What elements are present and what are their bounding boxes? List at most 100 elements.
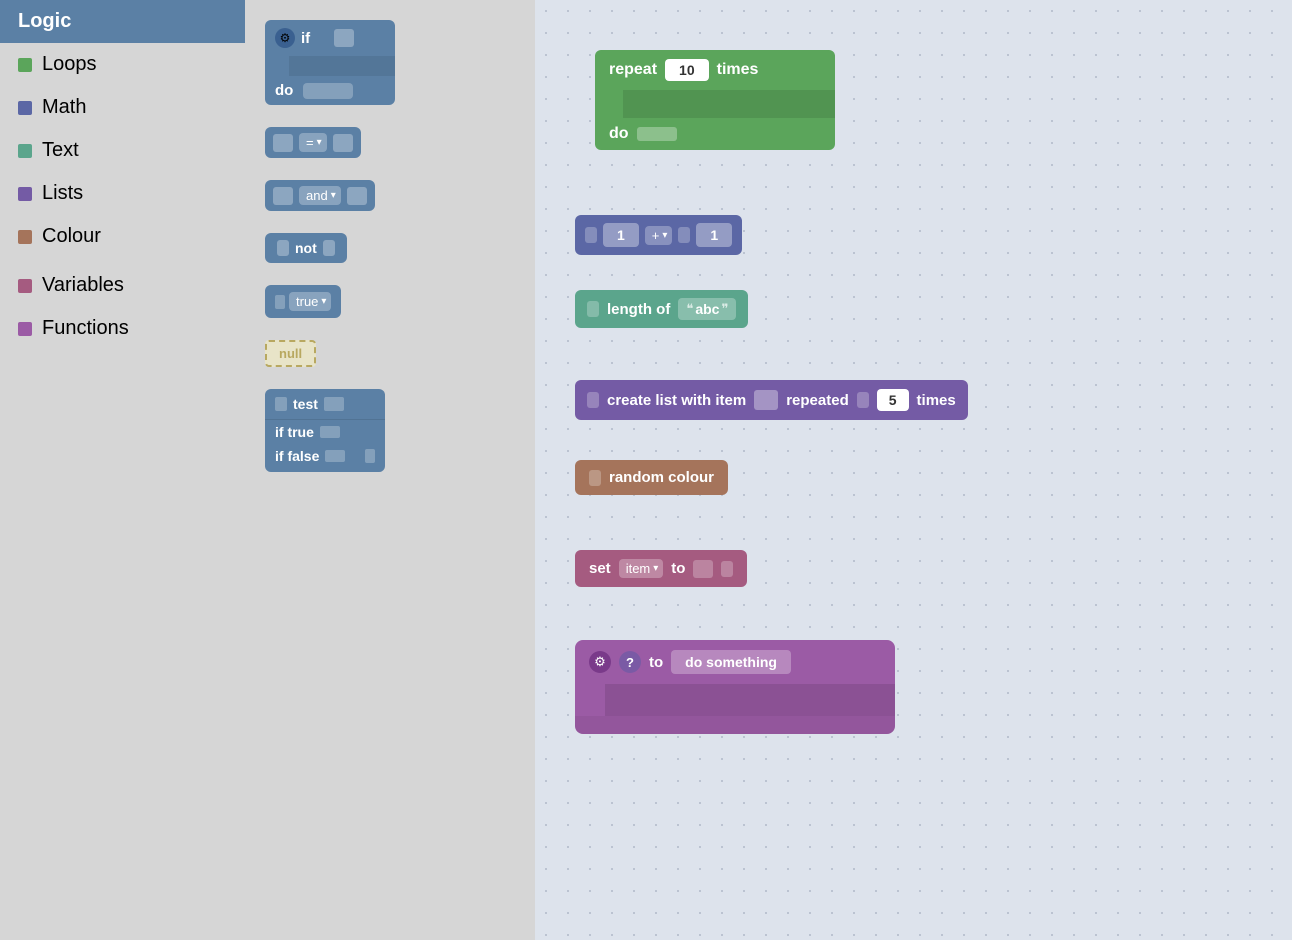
sidebar-item-label: Functions (42, 317, 129, 340)
sidebar: Logic Loops Math Text Lists Colour Varia… (0, 0, 245, 940)
sidebar-item-variables[interactable]: Variables (0, 264, 245, 307)
func-to-label: to (649, 654, 663, 671)
lists-dot (18, 187, 32, 201)
func-name-slot[interactable]: do something (671, 650, 791, 674)
repeat-times-slot[interactable]: 10 (665, 59, 709, 81)
functions-dot (18, 322, 32, 336)
null-label[interactable]: null (265, 340, 316, 367)
math-mid-notch (678, 227, 690, 243)
gear-icon: ⚙ (275, 28, 295, 48)
func-q-icon: ? (619, 651, 641, 673)
test-block[interactable]: test if true if false (265, 389, 385, 472)
create-list-label: create list with item (607, 392, 746, 409)
func-bottom (575, 716, 895, 734)
list-mid-notch (857, 392, 869, 408)
close-quote: ❞ (721, 301, 728, 317)
math-b-slot[interactable]: 1 (696, 223, 732, 247)
length-of-label: length of (607, 301, 670, 318)
if-true-slot (320, 426, 340, 438)
sidebar-item-lists[interactable]: Lists (0, 172, 245, 215)
repeat-label: repeat (609, 61, 657, 79)
do-label: do (275, 82, 293, 99)
if-inner (289, 56, 395, 76)
sidebar-item-text[interactable]: Text (0, 129, 245, 172)
not-block[interactable]: not (265, 233, 347, 263)
repeated-label: repeated (786, 392, 849, 409)
list-left-notch (587, 392, 599, 408)
create-list-block[interactable]: create list with item repeated 5 times (575, 380, 968, 420)
do-row: do (265, 76, 395, 105)
and-left-slot (273, 187, 293, 205)
do-inner-slot (637, 127, 677, 141)
random-colour-block[interactable]: random colour (575, 460, 728, 495)
if-true-label: if true (275, 424, 314, 440)
sidebar-item-logic[interactable]: Logic (0, 0, 245, 43)
abc-slot[interactable]: ❝ abc ❞ (678, 298, 736, 320)
colour-dot (18, 230, 32, 244)
test-left-notch (275, 397, 287, 411)
eq-right-slot (333, 134, 353, 152)
math-left-notch (585, 227, 597, 243)
sidebar-item-label: Text (42, 139, 79, 162)
variables-dot (18, 279, 32, 293)
repeat-inner (623, 90, 835, 118)
open-quote: ❝ (686, 301, 693, 317)
true-dropdown[interactable]: true (289, 292, 331, 311)
and-right-slot (347, 187, 367, 205)
times2-label: times (917, 392, 956, 409)
do-slot (303, 83, 353, 99)
test-slot (324, 397, 344, 411)
length-left-notch (587, 301, 599, 317)
set-label: set (589, 560, 611, 577)
repeat-block[interactable]: repeat 10 times do (595, 50, 835, 150)
do-label: do (609, 125, 629, 143)
loops-dot (18, 58, 32, 72)
random-colour-label: random colour (609, 469, 714, 486)
do-bottom: do (595, 118, 835, 150)
math-a-slot[interactable]: 1 (603, 223, 639, 247)
math-add-block[interactable]: 1 + 1 (575, 215, 742, 255)
list-item-slot (754, 390, 778, 410)
func-inner (605, 684, 895, 716)
sidebar-item-label: Variables (42, 274, 124, 297)
canvas: repeat 10 times do 1 + 1 (535, 0, 1292, 940)
not-right-slot (323, 240, 335, 256)
text-dot (18, 144, 32, 158)
if-false-label: if false (275, 448, 319, 464)
list-times-slot[interactable]: 5 (877, 389, 909, 411)
math-op-dropdown[interactable]: + (645, 226, 673, 245)
block-panel: ⚙ if do = and (245, 0, 535, 940)
item-dropdown[interactable]: item (619, 559, 664, 578)
eq-left-slot (273, 134, 293, 152)
sidebar-item-colour[interactable]: Colour (0, 215, 245, 258)
eq-block[interactable]: = (265, 127, 361, 158)
null-block[interactable]: null (265, 340, 316, 367)
if-slot (334, 29, 354, 47)
true-left-notch (275, 295, 285, 309)
not-left-slot (277, 240, 289, 256)
true-block[interactable]: true (265, 285, 341, 318)
sidebar-item-functions[interactable]: Functions (0, 307, 245, 350)
func-gear-icon: ⚙ (589, 651, 611, 673)
if-do-block[interactable]: ⚙ if do (265, 20, 395, 105)
to-label: to (671, 560, 685, 577)
set-right-notch (721, 561, 733, 577)
set-block[interactable]: set item to (575, 550, 747, 587)
sidebar-item-label: Logic (18, 10, 71, 33)
sidebar-item-label: Lists (42, 182, 83, 205)
if-false-slot (325, 450, 345, 462)
and-block[interactable]: and (265, 180, 375, 211)
abc-label: abc (695, 301, 719, 317)
sidebar-item-loops[interactable]: Loops (0, 43, 245, 86)
if-label: if (301, 30, 310, 47)
function-block[interactable]: ⚙ ? to do something (575, 640, 895, 734)
sidebar-item-label: Math (42, 96, 86, 119)
math-dot (18, 101, 32, 115)
if-false-right-notch (365, 449, 375, 463)
sidebar-item-math[interactable]: Math (0, 86, 245, 129)
and-dropdown[interactable]: and (299, 186, 341, 205)
length-of-block[interactable]: length of ❝ abc ❞ (575, 290, 748, 328)
sidebar-item-label: Loops (42, 53, 97, 76)
colour-left-notch (589, 470, 601, 486)
eq-dropdown[interactable]: = (299, 133, 327, 152)
